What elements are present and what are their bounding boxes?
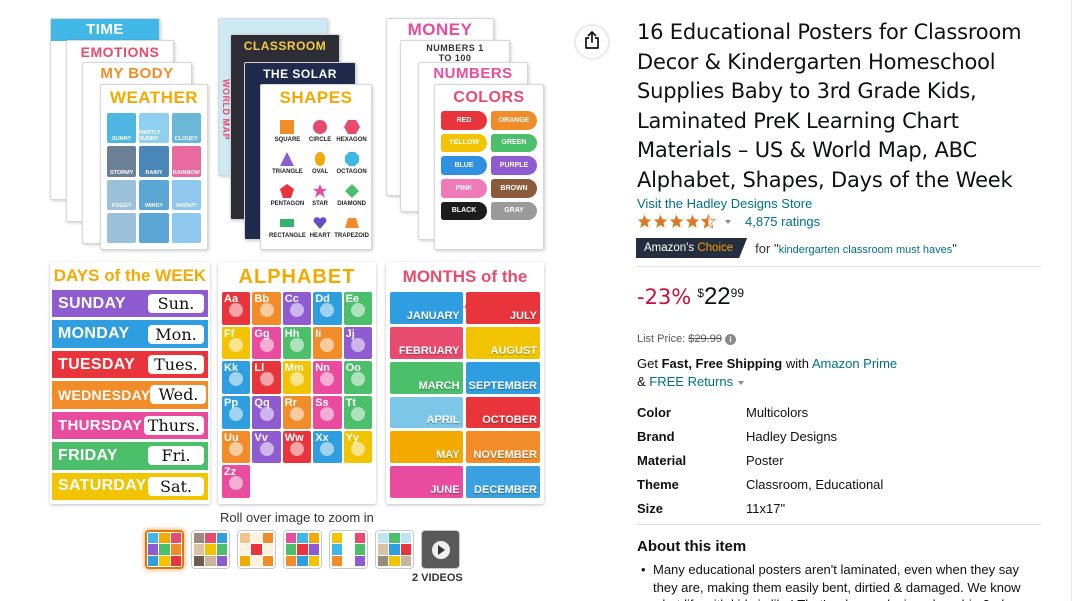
thumbnail-5[interactable] — [329, 530, 368, 569]
thumbnail-1[interactable] — [145, 530, 184, 569]
thumbnail-strip — [145, 530, 460, 569]
about-title: About this item — [637, 538, 747, 555]
poster-money-title: MONEY — [407, 20, 473, 39]
poster-weather: WEATHER SUNNY PARTLY SUNNY CLOUDY STORMY… — [100, 84, 208, 250]
poster-months-title: MONTHS of the YEAR — [402, 267, 528, 312]
poster-my-body-title: MY BODY — [100, 65, 174, 82]
amazons-choice-badge[interactable]: Amazon's Choice — [636, 238, 747, 258]
poster-colors-title: COLORS — [453, 89, 525, 106]
choice-for-label: for "kindergarten classroom must haves" — [755, 240, 957, 256]
product-title: 16 Educational Posters for Classroom Dec… — [637, 20, 1022, 192]
poster-shapes: SHAPES SQUARE CIRCLE HEXAGON TRIANGLE OV… — [260, 84, 372, 250]
store-link[interactable]: Visit the Hadley Designs Store — [637, 196, 812, 211]
spec-row: Size 11x17" — [637, 500, 786, 516]
poster-numbers-title: NUMBERS — [433, 65, 513, 82]
about-bullet: Many educational posters aren't laminate… — [637, 561, 1041, 601]
chevron-down-icon[interactable] — [725, 219, 731, 224]
spec-row: Brand Hadley Designs — [637, 428, 838, 444]
poster-weather-title: WEATHER — [109, 88, 199, 107]
star-rating[interactable] — [637, 214, 716, 229]
poster-classroom-title: CLASSROOM — [243, 39, 327, 53]
poster-time-title: TIME — [51, 19, 159, 41]
poster-emotions-title: EMOTIONS — [80, 44, 160, 60]
amazons-choice-row: Amazon's Choice for "kindergarten classr… — [636, 238, 957, 258]
video-count-label: 2 VIDEOS — [412, 572, 463, 584]
day-row: THURSDAY Thurs. — [52, 411, 208, 440]
product-specs: Color Multicolors Brand Hadley Designs Mat… — [637, 400, 1041, 520]
day-row: TUESDAY Tues. — [52, 350, 208, 379]
shipping-row: Get Fast, Free Shipping with Amazon Prim… — [637, 356, 898, 371]
poster-alphabet: ALPHABET Aa Bb Cc Dd Ee Ff Gg Hh Ii Jj K… — [218, 262, 376, 504]
star-half-icon — [701, 214, 716, 229]
page-edge — [1071, 0, 1080, 601]
alphabet-grid: Aa Bb Cc Dd Ee Ff Gg Hh Ii Jj Kk Ll Mm N… — [222, 292, 372, 498]
about-list: Many educational posters aren't laminate… — [637, 561, 1041, 601]
rating-row: 4,875 ratings — [637, 214, 820, 229]
price-fraction: 99 — [730, 286, 745, 300]
returns-row: & FREE Returns — [637, 374, 745, 389]
poster-days-of-week: DAYS of the WEEK SUNDAY Sun. MONDAY Mon. T… — [50, 262, 210, 504]
amazon-prime-link[interactable]: Amazon Prime — [812, 356, 897, 371]
price-whole: 22 — [703, 283, 731, 310]
days-list: SUNDAY Sun. MONDAY Mon. TUESDAY Tues. WEDNE… — [52, 290, 208, 500]
zoom-hint: Roll over image to zoom in — [220, 510, 374, 525]
star-icon — [685, 214, 700, 228]
star-icon — [637, 214, 652, 228]
poster-colors: COLORS RED ORANGE YELLOW GREEN BLUE PURP… — [434, 84, 544, 250]
poster-days-title: DAYS of the WEEK — [53, 266, 207, 285]
thumbnail-video[interactable] — [421, 530, 460, 569]
main-product-image[interactable]: TIME EMOTIONS MY BODY WEATHER SUNNY PART… — [46, 14, 550, 506]
star-icon — [669, 214, 684, 228]
share-button[interactable] — [576, 26, 608, 58]
spec-row: Theme Classroom, Educational — [637, 476, 884, 492]
chevron-down-icon[interactable] — [738, 380, 745, 385]
poster-shapes-title: SHAPES — [279, 88, 353, 107]
months-grid: JANUARY JULY FEBRUARY AUGUST MARCH SEPTE… — [390, 292, 540, 498]
list-price-value: $29.99 — [688, 333, 722, 345]
thumbnail-6[interactable] — [375, 530, 414, 569]
ratings-count-link[interactable]: 4,875 ratings — [745, 214, 820, 229]
colors-grid: RED ORANGE YELLOW GREEN BLUE PURPLE PINK… — [441, 111, 537, 243]
poster-alphabet-title: ALPHABET — [238, 266, 356, 288]
list-price-label: List Price: — [637, 333, 686, 345]
price-row: -23% $ 22 99 — [637, 284, 744, 310]
share-icon — [584, 30, 600, 54]
spec-row: Color Multicolors — [637, 404, 809, 420]
spec-row: Material Poster — [637, 452, 784, 468]
play-icon — [431, 540, 450, 559]
thumbnail-4[interactable] — [283, 530, 322, 569]
divider — [637, 524, 1041, 525]
discount-percent: -23% — [637, 285, 692, 309]
thumbnail-3[interactable] — [237, 530, 276, 569]
poster-months-of-year: MONTHS of the YEAR JANUARY JULY FEBRUARY… — [386, 262, 544, 504]
list-price-row: List Price: $29.99 i — [637, 333, 736, 345]
day-row: FRIDAY Fri. — [52, 442, 208, 470]
poster-solar-title: THE SOLAR — [263, 67, 337, 81]
day-row: MONDAY Mon. — [52, 320, 208, 348]
divider — [637, 266, 1041, 267]
product-info: 16 Educational Posters for Classroom Dec… — [637, 18, 1041, 601]
shapes-grid: SQUARE CIRCLE HEXAGON TRIANGLE OVAL OCTA… — [269, 117, 369, 241]
info-icon[interactable]: i — [724, 333, 736, 345]
day-row: SUNDAY Sun. — [52, 290, 208, 318]
thumbnail-2[interactable] — [191, 530, 230, 569]
day-row: WEDNESDAY Wed. — [52, 381, 208, 409]
weather-grid: SUNNY PARTLY SUNNY CLOUDY STORMY RAINY R… — [107, 113, 201, 243]
shipping-bold: Fast, Free Shipping — [661, 356, 783, 371]
free-returns-link[interactable]: FREE Returns — [649, 374, 733, 389]
day-row: SATURDAY Sat. — [52, 472, 208, 500]
choice-keyword-link[interactable]: kindergarten classroom must haves — [779, 244, 953, 256]
price-symbol: $ — [697, 286, 704, 300]
star-icon — [653, 214, 668, 228]
